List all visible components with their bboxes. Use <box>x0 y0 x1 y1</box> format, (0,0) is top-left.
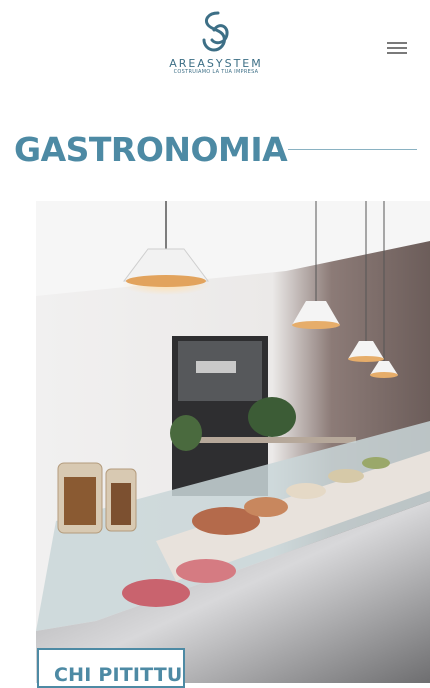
hamburger-menu-icon[interactable] <box>386 40 408 56</box>
menu-bar <box>387 47 407 49</box>
site-header: AREASYSTEM COSTRUIAMO LA TUA IMPRESA <box>0 0 430 100</box>
page-title: GASTRONOMIA <box>14 130 288 169</box>
logo-mark-icon <box>202 11 229 52</box>
deli-counter-photo <box>36 201 430 683</box>
title-divider <box>288 149 417 150</box>
menu-bar <box>387 42 407 44</box>
brand-logo[interactable]: AREASYSTEM COSTRUIAMO LA TUA IMPRESA <box>164 10 268 88</box>
page-title-row: GASTRONOMIA <box>14 128 418 172</box>
project-image[interactable] <box>36 201 430 683</box>
brand-tagline: COSTRUIAMO LA TUA IMPRESA <box>173 69 259 75</box>
menu-bar <box>387 52 407 54</box>
project-label[interactable]: CHI PITITTU <box>37 648 185 688</box>
